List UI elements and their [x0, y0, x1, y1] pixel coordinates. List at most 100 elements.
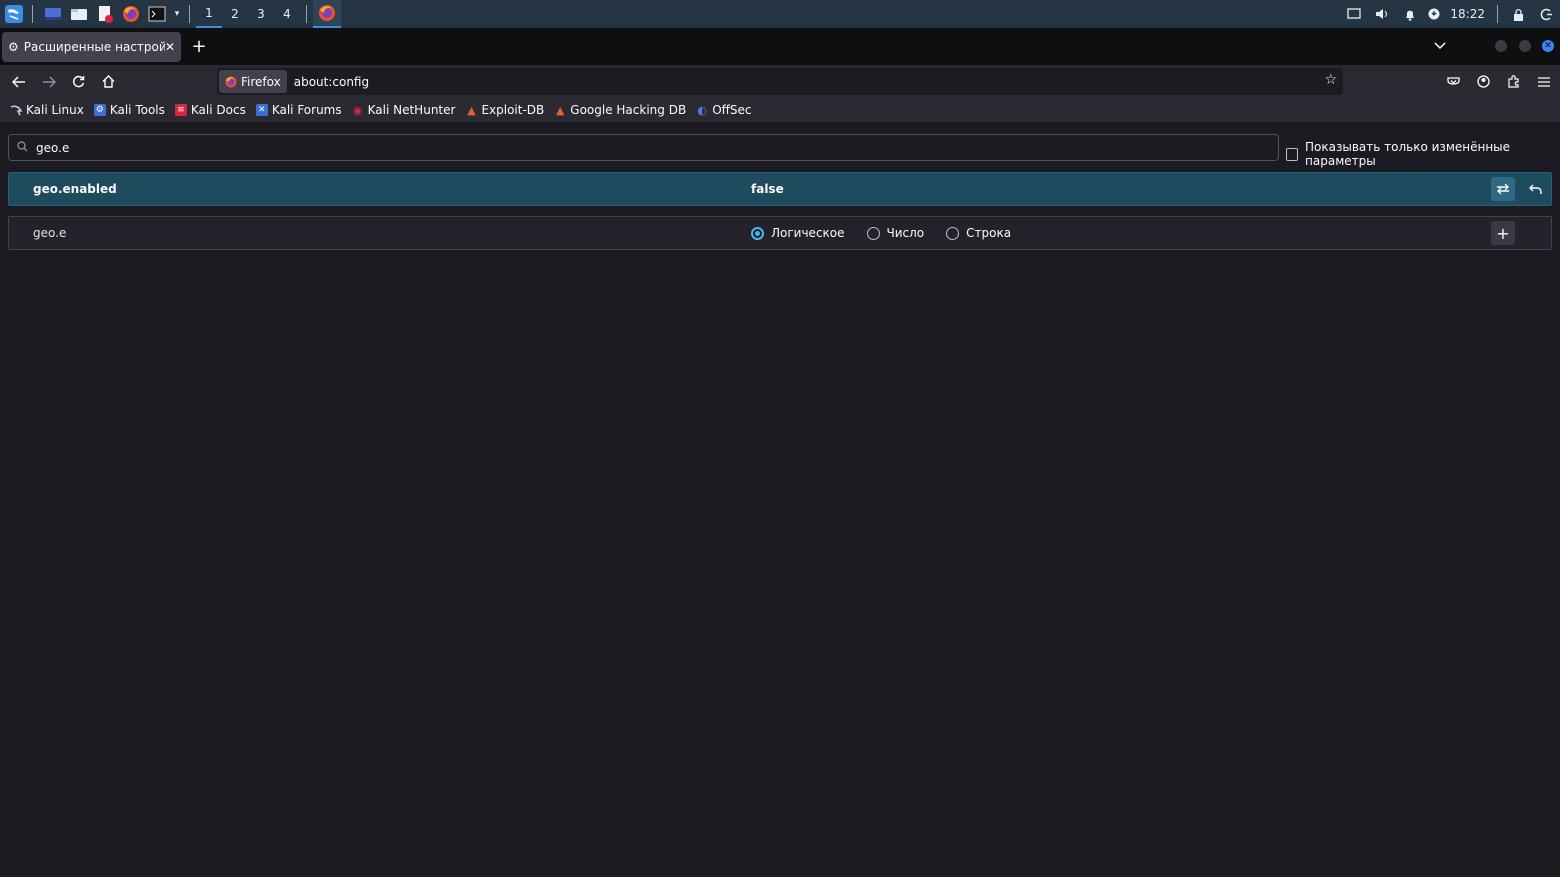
radio-indicator[interactable] [866, 226, 880, 240]
bookmark-label: Kali Docs [190, 103, 246, 117]
new-tab-button[interactable]: + [185, 33, 213, 61]
bookmark-label: Google Hacking DB [570, 103, 687, 117]
minimize-window-button[interactable] [1495, 40, 1507, 52]
radio-indicator[interactable] [946, 226, 960, 240]
about-config-page: geo.e Показывать только изменённые парам… [0, 122, 1560, 877]
kali-dragon-icon [10, 104, 22, 116]
bookmark-google-hacking-db[interactable]: ▲ Google Hacking DB [554, 103, 686, 117]
bookmark-label: OffSec [712, 103, 752, 117]
tab-title: Расширенные настройки [23, 39, 165, 54]
clock[interactable]: 18:22 [1444, 7, 1491, 21]
logout-icon[interactable] [1532, 0, 1560, 28]
exploit-db-icon: ▲ [467, 103, 476, 117]
radio-label: Строка [966, 226, 1012, 240]
bookmark-label: Kali Linux [26, 103, 84, 117]
toolbar-actions [1438, 67, 1558, 96]
home-button[interactable] [94, 67, 123, 96]
bookmark-label: Kali NetHunter [367, 103, 456, 117]
bookmark-exploit-db[interactable]: ▲ Exploit-DB [465, 103, 544, 117]
extensions-icon[interactable] [1499, 67, 1528, 96]
system-tray: 18:22 [1340, 0, 1560, 28]
reload-button[interactable] [64, 67, 93, 96]
bookmark-offsec[interactable]: ◐ OffSec [696, 103, 751, 117]
address-bar[interactable]: Firefox about:config ☆ [217, 68, 1343, 95]
gear-icon: ⚙ [8, 39, 19, 54]
preference-search-input[interactable]: geo.e [8, 134, 1279, 161]
pref-row-geo-enabled[interactable]: geo.enabled false [8, 172, 1552, 206]
kali-tools-icon: ⚙ [93, 104, 106, 116]
radio-selected-indicator[interactable] [751, 226, 764, 240]
pref-name: geo.enabled [33, 182, 117, 196]
radio-string[interactable]: Строка [946, 226, 1011, 240]
firefox-launcher-icon[interactable] [119, 2, 143, 26]
workspace-1[interactable]: 1 [196, 0, 222, 28]
reset-value-button[interactable] [1523, 177, 1547, 201]
bookmark-star-icon[interactable]: ☆ [1324, 72, 1337, 88]
workspace-3[interactable]: 3 [248, 0, 274, 28]
back-button[interactable] [4, 67, 33, 96]
show-only-modified-toggle[interactable]: Показывать только изменённые параметры [1286, 140, 1560, 168]
kali-menu-icon[interactable] [2, 2, 26, 26]
bookmark-label: Kali Forums [271, 103, 342, 117]
lock-icon[interactable] [1504, 0, 1532, 28]
desktop-icon[interactable] [41, 2, 65, 26]
bookmark-label: Exploit-DB [481, 103, 545, 117]
tab-advanced-settings[interactable]: ⚙ Расширенные настройки ✕ [2, 31, 181, 62]
pref-value[interactable]: false [751, 182, 784, 196]
browser-tab-bar: ⚙ Расширенные настройки ✕ + ✕ [0, 28, 1560, 65]
kali-docs-icon: ≡ [174, 104, 187, 116]
bookmarks-toolbar: Kali Linux ⚙ Kali Tools ≡ Kali Docs ✕ Ka… [0, 98, 1560, 122]
firefox-icon [225, 76, 237, 87]
chevron-down-icon[interactable]: ▾ [171, 2, 183, 26]
bookmark-kali-docs[interactable]: ≡ Kali Docs [174, 103, 246, 117]
list-all-tabs-icon[interactable] [1428, 34, 1452, 58]
volume-icon[interactable] [1368, 0, 1396, 28]
workspace-2[interactable]: 2 [222, 0, 248, 28]
bookmark-label: Kali Tools [109, 103, 165, 117]
identity-box[interactable]: Firefox [219, 70, 287, 93]
toggle-value-button[interactable] [1491, 177, 1515, 201]
navigation-toolbar: Firefox about:config ☆ [0, 65, 1560, 98]
identity-label: Firefox [241, 74, 281, 89]
ghdb-icon: ▲ [556, 103, 565, 117]
pref-type-radio-group: Логическое Число Строка [751, 226, 1033, 240]
account-icon[interactable] [1469, 67, 1498, 96]
offsec-icon: ◐ [697, 103, 707, 117]
notification-bell-icon[interactable] [1396, 0, 1424, 28]
radio-label: Число [886, 226, 925, 240]
nethunter-icon: ◉ [352, 103, 363, 117]
text-editor-icon[interactable] [93, 2, 117, 26]
workspace-4[interactable]: 4 [274, 0, 300, 28]
taskbar-separator [32, 5, 33, 23]
forward-button[interactable] [34, 67, 63, 96]
display-icon[interactable] [1340, 0, 1368, 28]
radio-label: Логическое [771, 226, 845, 240]
taskbar-separator [189, 5, 190, 23]
file-manager-icon[interactable] [67, 2, 91, 26]
show-modified-checkbox[interactable] [1286, 147, 1299, 161]
taskbar-separator [306, 5, 307, 23]
bookmark-kali-linux[interactable]: Kali Linux [10, 103, 84, 117]
show-modified-label: Показывать только изменённые параметры [1305, 140, 1511, 168]
radio-number[interactable]: Число [866, 226, 925, 240]
taskbar-separator [1497, 5, 1498, 23]
search-icon [17, 140, 28, 155]
close-tab-icon[interactable]: ✕ [165, 40, 175, 54]
close-window-button[interactable]: ✕ [1542, 40, 1554, 52]
system-taskbar: ▾ 1 2 3 4 18:22 [0, 0, 1560, 28]
update-icon[interactable] [1424, 0, 1444, 28]
pref-name: geo.e [33, 226, 67, 240]
terminal-icon[interactable] [145, 2, 169, 26]
search-value: geo.e [36, 140, 70, 155]
pocket-icon[interactable] [1439, 67, 1468, 96]
firefox-window-task[interactable] [313, 0, 341, 28]
menu-hamburger-icon[interactable] [1529, 67, 1558, 96]
kali-forums-icon: ✕ [255, 104, 268, 116]
radio-boolean[interactable]: Логическое [751, 226, 845, 240]
bookmark-kali-nethunter[interactable]: ◉ Kali NetHunter [352, 103, 456, 117]
url-text[interactable]: about:config [294, 75, 369, 89]
maximize-window-button[interactable] [1519, 40, 1531, 52]
add-pref-button[interactable]: + [1491, 221, 1515, 245]
bookmark-kali-forums[interactable]: ✕ Kali Forums [255, 103, 342, 117]
bookmark-kali-tools[interactable]: ⚙ Kali Tools [93, 103, 165, 117]
